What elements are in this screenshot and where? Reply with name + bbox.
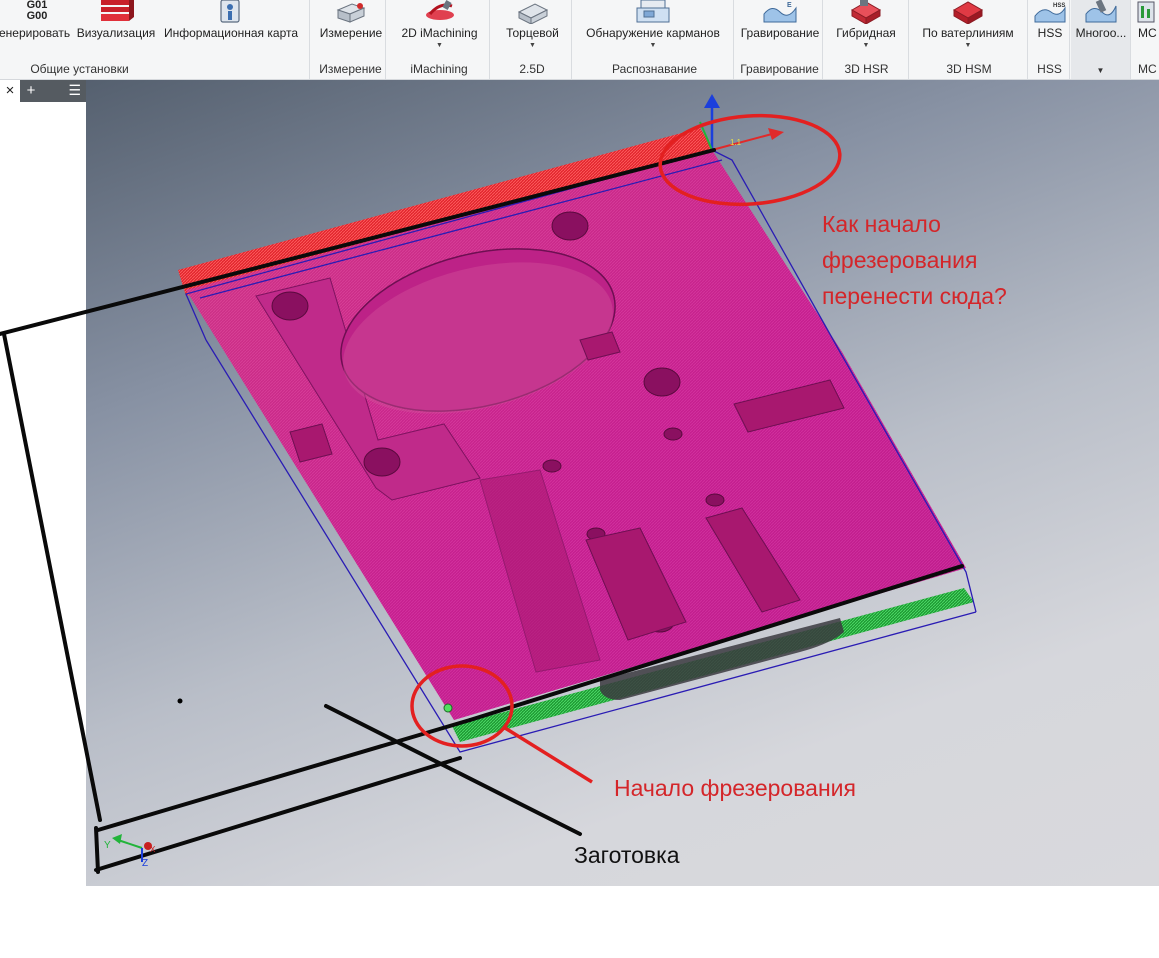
info-card-icon bbox=[220, 0, 240, 23]
hss-button[interactable]: HSS HSS bbox=[1030, 0, 1070, 60]
engraving-label: Гравирование bbox=[740, 26, 820, 40]
face-milling-button[interactable]: Торцевой ▼ bbox=[493, 0, 572, 60]
pocket-detection-button[interactable]: Обнаружение карманов ▼ bbox=[576, 0, 730, 60]
hss-label: HSS bbox=[1037, 26, 1063, 40]
hybrid-button[interactable]: Гибридная ▼ bbox=[825, 0, 907, 60]
add-icon[interactable]: + bbox=[20, 80, 42, 102]
generate-button[interactable]: G01 G00 енерировать bbox=[0, 0, 74, 60]
group-mc: MC MC bbox=[1133, 0, 1159, 79]
group-general-settings: G01 G00 енерировать Визуализация Информа… bbox=[0, 0, 310, 79]
multi-axis-dropdown-icon[interactable]: ▼ bbox=[1071, 66, 1130, 75]
waterline-dropdown-icon[interactable]: ▼ bbox=[965, 42, 972, 49]
face-milling-icon bbox=[517, 3, 548, 24]
hybrid-dropdown-icon[interactable]: ▼ bbox=[863, 42, 870, 49]
imachining-2d-button[interactable]: 2D iMachining ▼ bbox=[389, 0, 490, 60]
engraving-button[interactable]: E Гравирование bbox=[737, 0, 823, 60]
group-label-hsr: 3D HSR bbox=[844, 62, 889, 76]
group-hss: HSS HSS HSS bbox=[1030, 0, 1070, 79]
waterline-label: По ватерлиниям bbox=[922, 26, 1014, 40]
group-label-25d: 2.5D bbox=[519, 62, 545, 76]
operations-panel: × + ☰ bbox=[0, 80, 86, 886]
info-card-label: Информационная карта bbox=[163, 26, 299, 40]
group-label-recognition: Распознавание bbox=[611, 62, 698, 76]
group-imachining: 2D iMachining ▼ iMachining bbox=[389, 0, 490, 79]
group-measure: Измерение Измерение bbox=[316, 0, 386, 79]
measure-button[interactable]: Измерение bbox=[316, 0, 386, 60]
mc-icon bbox=[1137, 1, 1155, 23]
multi-axis-label: Многоо... bbox=[1075, 26, 1127, 40]
waterline-button[interactable]: По ватерлиниям ▼ bbox=[911, 0, 1025, 60]
waterline-icon bbox=[952, 1, 984, 24]
generate-label: енерировать bbox=[0, 26, 71, 40]
pocket-detection-dropdown-icon[interactable]: ▼ bbox=[650, 42, 657, 49]
imachining-dropdown-icon[interactable]: ▼ bbox=[436, 42, 443, 49]
annotation-milling-origin: Начало фрезерования bbox=[614, 775, 856, 801]
annotation-move-origin: Как начало фрезерования перенести сюда? bbox=[822, 206, 1007, 314]
group-label-measure: Измерение bbox=[319, 62, 382, 76]
measure-label: Измерение bbox=[319, 26, 383, 40]
group-25d: Торцевой ▼ 2.5D bbox=[493, 0, 572, 79]
hybrid-icon bbox=[850, 0, 882, 24]
svg-text:E: E bbox=[787, 2, 792, 9]
group-3d-hsr: Гибридная ▼ 3D HSR bbox=[825, 0, 909, 79]
group-label-imachining: iMachining bbox=[410, 62, 468, 76]
info-card-button[interactable]: Информационная карта bbox=[160, 0, 302, 60]
imachining-label: 2D iMachining bbox=[401, 26, 478, 40]
panel-header: × + ☰ bbox=[0, 80, 86, 102]
hybrid-label: Гибридная bbox=[836, 26, 896, 40]
close-icon[interactable]: × bbox=[0, 80, 20, 102]
svg-text:HSS: HSS bbox=[1053, 3, 1065, 9]
measure-icon bbox=[336, 3, 366, 23]
group-label-general: Общие установки bbox=[30, 62, 129, 76]
annotation-line-2: фрезерования bbox=[822, 247, 978, 273]
pocket-detection-label: Обнаружение карманов bbox=[586, 26, 720, 40]
ribbon-toolbar: G01 G00 енерировать Визуализация Информа… bbox=[0, 0, 1159, 80]
mc-label: MC bbox=[1138, 26, 1157, 40]
group-multi-axis: Многоо... ▼ bbox=[1071, 0, 1131, 79]
face-milling-label: Торцевой bbox=[506, 26, 559, 40]
annotation-line-3: перенести сюда? bbox=[822, 283, 1007, 309]
engraving-icon: E bbox=[763, 2, 797, 23]
annotation-stock: Заготовка bbox=[574, 842, 680, 868]
annotation-line-1: Как начало bbox=[822, 211, 941, 237]
pocket-detection-icon bbox=[636, 0, 670, 23]
group-label-hsm: 3D HSM bbox=[946, 62, 992, 76]
mc-button[interactable]: MC bbox=[1133, 0, 1159, 60]
3d-viewport[interactable] bbox=[86, 80, 1159, 886]
visualize-button[interactable]: Визуализация bbox=[76, 0, 156, 60]
multi-axis-button[interactable]: Многоо... bbox=[1071, 0, 1131, 60]
visualize-icon bbox=[101, 0, 134, 21]
svg-text:G00: G00 bbox=[27, 10, 48, 22]
multi-axis-icon bbox=[1085, 0, 1117, 23]
group-3d-hsm: По ватерлиниям ▼ 3D HSM bbox=[911, 0, 1028, 79]
group-engraving: E Гравирование Гравирование bbox=[737, 0, 823, 79]
visualize-label: Визуализация bbox=[76, 26, 156, 40]
imachining-icon bbox=[425, 0, 454, 20]
gcode-icon: G01 G00 bbox=[27, 0, 48, 22]
group-label-mc: MC bbox=[1138, 62, 1157, 76]
group-label-hss: HSS bbox=[1037, 62, 1062, 76]
group-recognition: Обнаружение карманов ▼ Распознавание bbox=[576, 0, 734, 79]
group-label-engraving: Гравирование bbox=[740, 62, 819, 76]
menu-icon[interactable]: ☰ bbox=[42, 80, 86, 102]
face-milling-dropdown-icon[interactable]: ▼ bbox=[529, 42, 536, 49]
hss-icon: HSS bbox=[1034, 3, 1066, 23]
